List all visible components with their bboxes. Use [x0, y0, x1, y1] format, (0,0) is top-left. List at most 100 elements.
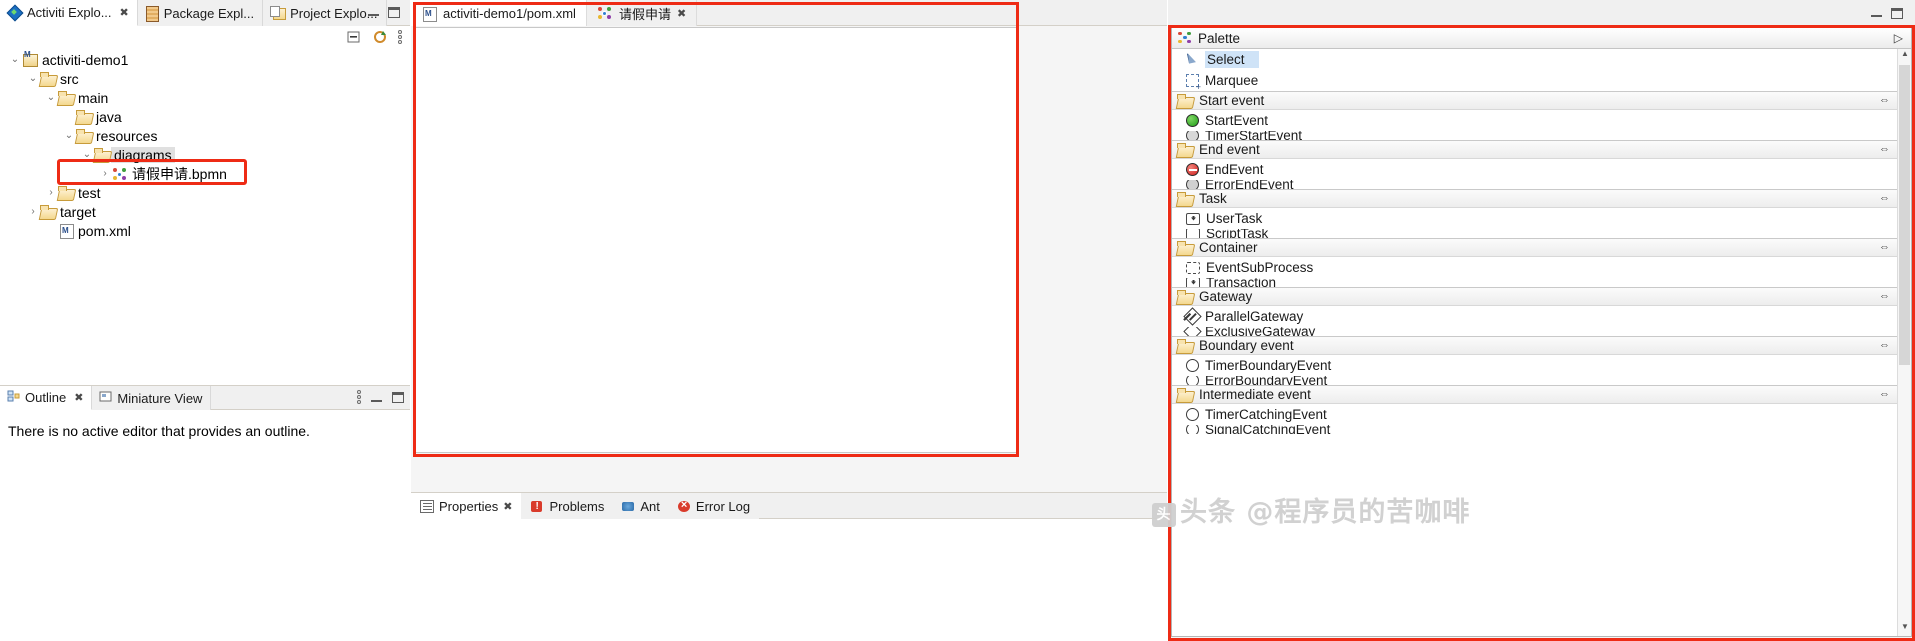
palette-item[interactable]: ExclusiveGateway: [1172, 327, 1897, 336]
maximize-icon[interactable]: [392, 391, 404, 403]
tree-item[interactable]: › 请假申请.bpmn: [0, 164, 410, 183]
palette-item[interactable]: SignalCatchingEvent: [1172, 425, 1897, 434]
palette-icon: [1178, 31, 1192, 45]
right-window-controls: [1871, 8, 1903, 19]
tab-ant[interactable]: Ant: [613, 493, 669, 519]
palette-item[interactable]: ErrorEndEvent: [1172, 180, 1897, 189]
tree-item[interactable]: › target: [0, 202, 410, 221]
tree-item[interactable]: pom.xml: [0, 221, 410, 240]
tree-item[interactable]: › test: [0, 183, 410, 202]
palette-item[interactable]: ParallelGateway: [1172, 306, 1897, 327]
maximize-icon[interactable]: [388, 7, 400, 18]
palette-item[interactable]: EndEvent: [1172, 159, 1897, 180]
close-icon[interactable]: ✖: [677, 7, 686, 20]
palette-item[interactable]: TimerCatchingEvent: [1172, 404, 1897, 425]
palette-item[interactable]: StartEvent: [1172, 110, 1897, 131]
minimize-icon[interactable]: [368, 7, 379, 16]
tree-item[interactable]: ⌄ src: [0, 69, 410, 88]
chevron-down-icon[interactable]: ⌄: [62, 126, 76, 145]
editor-tab-pom-xml[interactable]: activiti-demo1/pom.xml: [411, 0, 587, 26]
palette-group-label: Boundary event: [1199, 338, 1294, 353]
tree-item-label: resources: [96, 127, 158, 144]
group-collapse-icon[interactable]: ⇔: [1879, 192, 1890, 204]
project-tree[interactable]: ⌄activiti-demo1⌄src⌄mainjava⌄resources⌄d…: [0, 48, 410, 378]
chevron-right-icon[interactable]: ›: [44, 183, 58, 202]
tree-item-label: main: [78, 89, 109, 106]
right-panel-titlebar: [1168, 0, 1915, 26]
folder-icon: [1177, 142, 1193, 157]
tab-outline[interactable]: Outline ✖: [0, 386, 93, 410]
scroll-up-icon[interactable]: ▲: [1898, 49, 1911, 63]
maximize-icon[interactable]: [1891, 8, 1903, 19]
editor-tab-bpmn-diagram[interactable]: 请假申请 ✖: [586, 0, 698, 26]
palette-group-header[interactable]: Intermediate event ⇔: [1172, 385, 1897, 404]
palette-item[interactable]: ErrorBoundaryEvent: [1172, 376, 1897, 385]
tab-package-explorer[interactable]: Package Expl...: [137, 0, 264, 26]
chevron-down-icon[interactable]: ⌄: [80, 145, 94, 164]
tree-item[interactable]: java: [0, 107, 410, 126]
group-collapse-icon[interactable]: ⇔: [1879, 290, 1890, 302]
tab-activiti-explorer[interactable]: Activiti Explo... ✖: [0, 0, 138, 26]
signal-catching-event-icon: [1186, 425, 1199, 434]
chevron-down-icon[interactable]: ⌄: [44, 88, 58, 107]
palette-group-label: Start event: [1199, 93, 1265, 108]
tab-problems[interactable]: Problems: [521, 493, 614, 519]
close-icon[interactable]: ✖: [74, 391, 83, 404]
scrollbar-thumb[interactable]: [1899, 65, 1910, 365]
palette-group-header[interactable]: End event ⇔: [1172, 140, 1897, 159]
palette-item[interactable]: ScriptTask: [1172, 229, 1897, 238]
folder-icon: [76, 128, 92, 143]
group-collapse-icon[interactable]: ⇔: [1879, 94, 1890, 106]
palette-tool-select[interactable]: Select: [1172, 49, 1897, 70]
palette-group-header[interactable]: Task ⇔: [1172, 189, 1897, 208]
user-task-icon: [1186, 212, 1200, 225]
chevron-down-icon[interactable]: ⌄: [26, 69, 40, 88]
minimize-icon[interactable]: [1871, 8, 1882, 17]
palette-tool-marquee[interactable]: Marquee: [1172, 70, 1897, 92]
chevron-right-icon[interactable]: ›: [26, 202, 40, 221]
palette-pin-icon[interactable]: ▷: [1894, 31, 1903, 45]
group-collapse-icon[interactable]: ⇔: [1879, 143, 1890, 155]
palette-group-header[interactable]: Container ⇔: [1172, 238, 1897, 257]
tree-item[interactable]: ⌄ main: [0, 88, 410, 107]
chevron-right-icon[interactable]: ›: [98, 164, 112, 183]
explorer-toolbar: [0, 26, 410, 48]
tree-item-label: target: [60, 203, 96, 220]
group-collapse-icon[interactable]: ⇔: [1879, 241, 1890, 253]
tab-error-log[interactable]: Error Log: [668, 493, 760, 519]
diagram-canvas[interactable]: [413, 27, 1017, 453]
palette-group-header[interactable]: Boundary event ⇔: [1172, 336, 1897, 355]
palette-item[interactable]: UserTask: [1172, 208, 1897, 229]
palette-item[interactable]: TimerStartEvent: [1172, 131, 1897, 140]
close-icon[interactable]: ✖: [120, 6, 129, 19]
palette-item[interactable]: EventSubProcess: [1172, 257, 1897, 278]
timer-start-event-icon: [1186, 131, 1199, 140]
minimize-icon[interactable]: [371, 393, 382, 402]
collapse-all-icon[interactable]: [346, 29, 362, 45]
tree-item[interactable]: ⌄ diagrams: [0, 145, 410, 164]
folder-icon: [1177, 387, 1193, 402]
group-collapse-icon[interactable]: ⇔: [1879, 339, 1890, 351]
tree-item[interactable]: ⌄ resources: [0, 126, 410, 145]
palette-scrollbar[interactable]: ▲ ▼: [1897, 49, 1911, 636]
palette-item-label: SignalCatchingEvent: [1205, 425, 1331, 434]
palette-item[interactable]: Transaction: [1172, 278, 1897, 287]
palette-item[interactable]: TimerBoundaryEvent: [1172, 355, 1897, 376]
tree-item[interactable]: ⌄ activiti-demo1: [0, 50, 410, 69]
palette-group-header[interactable]: Start event ⇔: [1172, 91, 1897, 110]
view-menu-icon[interactable]: [357, 390, 361, 404]
tab-miniature-view[interactable]: Miniature View: [92, 386, 212, 410]
cursor-icon: [1186, 53, 1199, 66]
marquee-icon: [1186, 74, 1201, 92]
scroll-down-icon[interactable]: ▼: [1898, 622, 1911, 636]
close-icon[interactable]: ✖: [503, 500, 512, 513]
group-collapse-icon[interactable]: ⇔: [1879, 388, 1890, 400]
folder-icon: [40, 71, 56, 86]
tab-properties[interactable]: Properties ✖: [411, 493, 522, 519]
palette-group-header[interactable]: Gateway ⇔: [1172, 287, 1897, 306]
parallel-gateway-icon: [1183, 307, 1202, 326]
chevron-down-icon[interactable]: ⌄: [8, 50, 22, 69]
properties-icon: [420, 499, 434, 513]
refresh-icon[interactable]: [372, 29, 388, 45]
view-menu-icon[interactable]: [398, 29, 402, 44]
